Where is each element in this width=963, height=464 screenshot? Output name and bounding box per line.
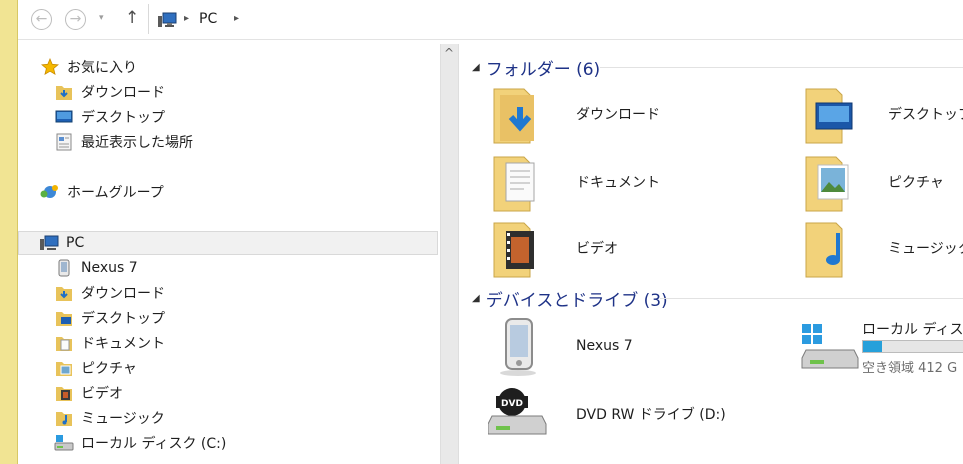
desktop-folder-icon [54, 309, 74, 327]
desktop-icon [54, 108, 74, 126]
phone-icon [54, 259, 74, 277]
tree-item-music[interactable]: ミュージック [54, 406, 165, 430]
tree-item-downloads[interactable]: ダウンロード [54, 80, 165, 104]
pictures-icon [54, 359, 74, 377]
tile-pictures[interactable]: ピクチャ [798, 150, 944, 214]
videos-folder-icon [486, 216, 550, 280]
tree-item-label: 最近表示した場所 [81, 135, 193, 151]
tree-item-label: デスクトップ [81, 311, 165, 327]
documents-icon [54, 334, 74, 352]
group-divider [600, 67, 963, 68]
tree-item-label: ローカル ディスク (C:) [81, 436, 227, 452]
tree-item-label: デスクトップ [81, 110, 165, 126]
group-title: デバイスとドライブ (3) [485, 290, 668, 311]
tree-item-label: ピクチャ [81, 361, 137, 377]
tree-item-pictures[interactable]: ピクチャ [54, 356, 137, 380]
group-title: フォルダー (6) [485, 59, 601, 80]
videos-icon [54, 384, 74, 402]
drive-free-space: 空き領域 412 G [862, 361, 958, 376]
tree-pc-label: PC [66, 235, 85, 251]
tree-item-documents[interactable]: ドキュメント [54, 331, 165, 355]
download-folder-icon [486, 82, 550, 146]
recent-places-icon [54, 133, 74, 151]
homegroup-icon [40, 183, 60, 201]
tree-item-downloads-pc[interactable]: ダウンロード [54, 281, 165, 305]
music-folder-icon [798, 216, 862, 280]
pc-icon [39, 234, 59, 252]
content-pane: ◢ フォルダー (6) ダウンロード デスクトップ ドキュメント ピクチャ ビデ… [460, 44, 963, 464]
tree-item-videos[interactable]: ビデオ [54, 381, 123, 405]
tile-label: ミュージック [888, 241, 963, 257]
tree-item-label: ミュージック [81, 411, 165, 427]
tree-item-recent-places[interactable]: 最近表示した場所 [54, 130, 193, 154]
recent-locations-icon[interactable]: ▾ [99, 13, 104, 23]
tree-item-nexus7[interactable]: Nexus 7 [54, 256, 138, 280]
tree-item-desktop-pc[interactable]: デスクトップ [54, 306, 165, 330]
tile-downloads[interactable]: ダウンロード [486, 82, 660, 146]
tile-dvd-drive[interactable]: DVD DVD RW ドライブ (D:) [486, 382, 726, 446]
tree-item-label: ダウンロード [81, 85, 165, 101]
svg-text:DVD: DVD [501, 399, 523, 409]
tree-favorites-label: お気に入り [67, 60, 137, 76]
tile-label: DVD RW ドライブ (D:) [576, 407, 726, 423]
dvd-drive-icon: DVD [486, 382, 550, 446]
tile-local-disk[interactable] [798, 316, 862, 380]
tree-item-local-disk[interactable]: ローカル ディスク (C:) [54, 431, 226, 455]
group-divider [660, 298, 963, 299]
local-disk-icon [54, 434, 74, 452]
breadcrumb-separator-icon[interactable]: ▸ [184, 13, 189, 24]
window-left-edge [0, 0, 18, 464]
collapse-icon[interactable]: ◢ [472, 293, 480, 304]
drive-usage-fill [863, 341, 883, 352]
scroll-up-icon[interactable]: ^ [444, 46, 454, 60]
tile-label: ピクチャ [888, 175, 944, 191]
tree-item-label: ダウンロード [81, 286, 165, 302]
tile-nexus7[interactable]: Nexus 7 [486, 314, 633, 378]
windows-drive-icon [798, 316, 862, 380]
group-header-folders[interactable]: ◢ フォルダー (6) [472, 56, 601, 80]
phone-device-icon [486, 314, 550, 378]
pc-icon [157, 12, 177, 32]
navigation-pane: お気に入り ダウンロード デスクトップ 最近表示した場所 ホームグループ PC [18, 44, 440, 464]
tree-homegroup[interactable]: ホームグループ [40, 180, 164, 204]
back-button[interactable]: ← [31, 9, 52, 30]
tree-pc[interactable]: PC [18, 231, 438, 255]
tile-desktop[interactable]: デスクトップ [798, 82, 963, 146]
tree-item-label: Nexus 7 [81, 260, 138, 276]
tree-item-desktop[interactable]: デスクトップ [54, 105, 165, 129]
documents-folder-icon [486, 150, 550, 214]
breadcrumb-separator-icon[interactable]: ▸ [234, 13, 239, 24]
up-button[interactable]: ↑ [125, 8, 139, 28]
music-icon [54, 409, 74, 427]
tile-music[interactable]: ミュージック [798, 216, 963, 280]
tree-homegroup-label: ホームグループ [67, 185, 164, 201]
tree-favorites[interactable]: お気に入り [40, 55, 137, 79]
tile-documents[interactable]: ドキュメント [486, 150, 660, 214]
tile-label: Nexus 7 [576, 338, 633, 354]
drive-name: ローカル ディスク ( [862, 322, 963, 338]
navigation-scrollbar[interactable]: ^ [440, 44, 459, 464]
tile-label: ダウンロード [576, 107, 660, 123]
forward-button[interactable]: → [65, 9, 86, 30]
desktop-folder-icon [798, 82, 862, 146]
collapse-icon[interactable]: ◢ [472, 62, 480, 73]
pictures-folder-icon [798, 150, 862, 214]
tile-label: デスクトップ [888, 107, 963, 123]
address-bar: ← → ▾ ↑ ▸ PC ▸ [18, 0, 963, 40]
tile-label: ビデオ [576, 241, 618, 257]
breadcrumb-pc[interactable]: PC [199, 11, 217, 27]
tile-label: ドキュメント [576, 175, 660, 191]
group-header-devices[interactable]: ◢ デバイスとドライブ (3) [472, 287, 668, 311]
tile-videos[interactable]: ビデオ [486, 216, 618, 280]
address-box[interactable]: ▸ PC ▸ [148, 4, 963, 34]
tree-item-label: ビデオ [81, 386, 123, 402]
drive-usage-bar [862, 340, 963, 353]
download-folder-icon [54, 83, 74, 101]
download-folder-icon [54, 284, 74, 302]
star-icon [40, 58, 60, 76]
tree-item-label: ドキュメント [81, 336, 165, 352]
